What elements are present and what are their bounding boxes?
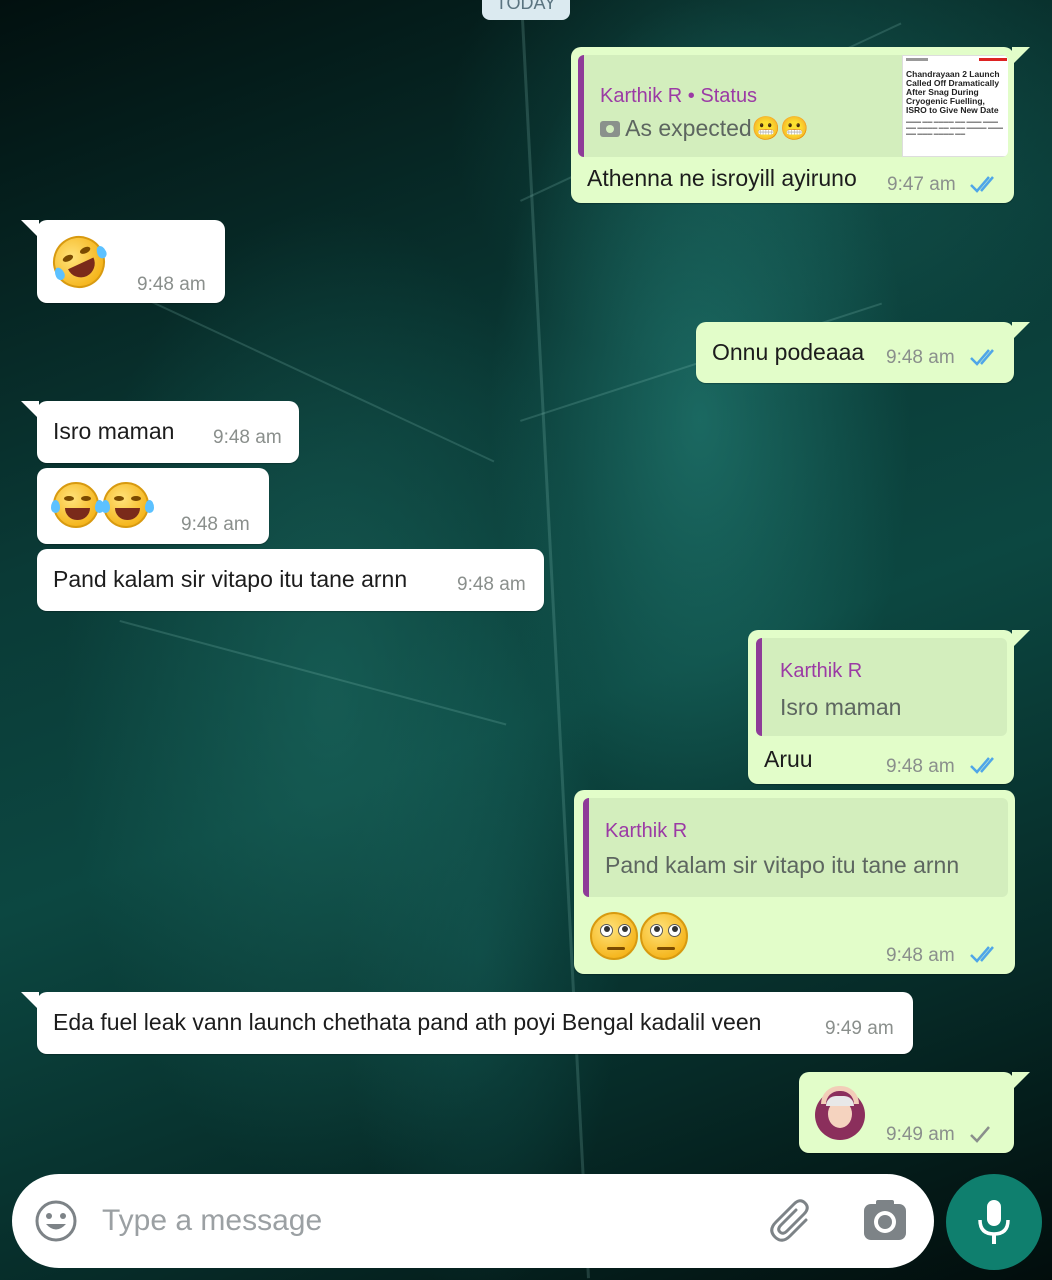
message-bubble-outgoing[interactable]: Karthik R Pand kalam sir vitapo itu tane… bbox=[574, 790, 1015, 974]
microphone-button[interactable] bbox=[946, 1174, 1042, 1270]
quote-author: Karthik R bbox=[780, 660, 863, 682]
smiley-icon[interactable] bbox=[34, 1199, 78, 1243]
date-chip: TODAY bbox=[482, 0, 570, 20]
read-ticks-icon bbox=[970, 349, 994, 366]
message-bubble-incoming[interactable]: Pand kalam sir vitapo itu tane arnn 9:48… bbox=[37, 549, 544, 611]
message-text: Eda fuel leak vann launch chethata pand … bbox=[53, 1009, 762, 1035]
paperclip-icon[interactable] bbox=[768, 1196, 818, 1246]
message-text: Isro maman bbox=[53, 418, 175, 444]
sent-tick-icon bbox=[970, 1126, 990, 1143]
camera-icon bbox=[600, 121, 620, 137]
quoted-message[interactable]: Karthik R Isro maman bbox=[756, 638, 1007, 736]
rolling-eyes-emoji bbox=[640, 912, 688, 960]
quote-author: Karthik R • Status bbox=[600, 85, 758, 107]
message-bubble-incoming[interactable]: 9:48 am bbox=[37, 468, 269, 544]
message-time: 9:48 am bbox=[213, 427, 282, 448]
message-input[interactable]: Type a message bbox=[102, 1204, 322, 1238]
tears-of-joy-emoji bbox=[51, 482, 104, 528]
quote-text: Isro maman bbox=[780, 694, 902, 720]
message-bubble-outgoing[interactable]: Onnu podeaaa 9:48 am bbox=[696, 322, 1030, 383]
message-time: 9:49 am bbox=[825, 1018, 894, 1039]
quoted-status[interactable]: Karthik R • Status As expected😬😬 Chandra… bbox=[578, 55, 1008, 157]
message-time: 9:48 am bbox=[457, 574, 526, 595]
message-bubble-incoming[interactable]: 9:48 am bbox=[21, 220, 225, 303]
read-ticks-icon bbox=[970, 176, 994, 193]
message-time: 9:48 am bbox=[137, 274, 206, 295]
camera-icon[interactable] bbox=[862, 1198, 908, 1244]
person-gesturing-ok-emoji bbox=[813, 1086, 867, 1140]
read-ticks-icon bbox=[970, 757, 994, 774]
message-bubble-outgoing[interactable]: Karthik R Isro maman Aruu 9:48 am bbox=[748, 630, 1030, 784]
quote-author: Karthik R bbox=[605, 820, 688, 842]
microphone-icon bbox=[978, 1200, 1010, 1244]
quoted-message[interactable]: Karthik R Pand kalam sir vitapo itu tane… bbox=[583, 798, 1008, 897]
message-text: Pand kalam sir vitapo itu tane arnn bbox=[53, 566, 408, 592]
status-thumbnail: Chandrayaan 2 Launch Called Off Dramatic… bbox=[902, 55, 1008, 157]
message-time: 9:48 am bbox=[886, 756, 955, 777]
quote-text: As expected😬😬 bbox=[600, 115, 809, 142]
thumbnail-headline: Chandrayaan 2 Launch Called Off Dramatic… bbox=[906, 69, 1000, 115]
message-bubble-outgoing[interactable]: 9:49 am bbox=[799, 1072, 1030, 1153]
message-text: Aruu bbox=[764, 746, 813, 772]
message-bubble-incoming[interactable]: Eda fuel leak vann launch chethata pand … bbox=[21, 992, 913, 1054]
message-bubble-incoming[interactable]: Isro maman 9:48 am bbox=[21, 401, 299, 463]
rolling-eyes-emoji bbox=[590, 912, 638, 960]
message-bubble-outgoing[interactable]: Karthik R • Status As expected😬😬 Chandra… bbox=[571, 47, 1030, 203]
message-time: 9:49 am bbox=[886, 1124, 955, 1145]
message-text: Onnu podeaaa bbox=[712, 339, 865, 365]
quote-text: Pand kalam sir vitapo itu tane arnn bbox=[605, 852, 960, 878]
message-time: 9:48 am bbox=[886, 945, 955, 966]
tears-of-joy-emoji bbox=[101, 482, 154, 528]
read-ticks-icon bbox=[970, 946, 994, 963]
message-composer: Type a message bbox=[12, 1174, 934, 1268]
message-time: 9:48 am bbox=[181, 514, 250, 535]
rofl-emoji bbox=[44, 227, 114, 297]
message-time: 9:47 am bbox=[887, 174, 956, 195]
message-time: 9:48 am bbox=[886, 347, 955, 368]
message-text: Athenna ne isroyill ayiruno bbox=[587, 165, 857, 191]
